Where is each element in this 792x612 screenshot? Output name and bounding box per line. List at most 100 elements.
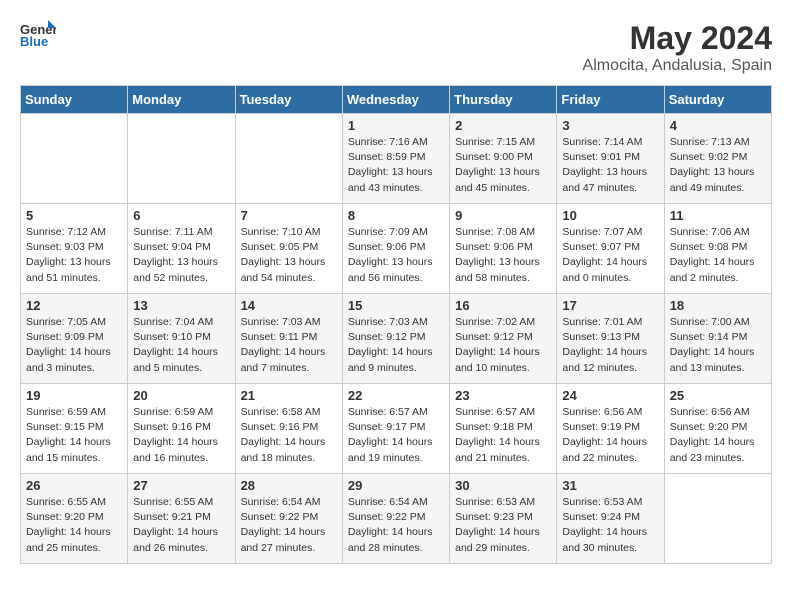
day-number: 23	[455, 388, 551, 403]
day-number: 22	[348, 388, 444, 403]
calendar-day-14: 14Sunrise: 7:03 AM Sunset: 9:11 PM Dayli…	[235, 294, 342, 384]
calendar-day-8: 8 Sunrise: 7:09 AM Sunset: 9:06 PM Daylig…	[342, 204, 449, 294]
calendar-day-3: 3 Sunrise: 7:14 AM Sunset: 9:01 PM Daylig…	[557, 114, 664, 204]
col-header-friday: Friday	[557, 86, 664, 114]
col-header-tuesday: Tuesday	[235, 86, 342, 114]
day-info: Sunrise: 6:59 AM Sunset: 9:16 PM Dayligh…	[133, 405, 229, 466]
day-number: 15	[348, 298, 444, 313]
col-header-saturday: Saturday	[664, 86, 771, 114]
calendar-day-13: 13Sunrise: 7:04 AM Sunset: 9:10 PM Dayli…	[128, 294, 235, 384]
day-info: Sunrise: 6:54 AM Sunset: 9:22 PM Dayligh…	[348, 495, 444, 556]
day-number: 30	[455, 478, 551, 493]
day-number: 21	[241, 388, 337, 403]
calendar-day-31: 31 Sunrise: 6:53 AM Sunset: 9:24 PM Dayli…	[557, 474, 664, 564]
logo-icon: General Blue	[20, 20, 56, 48]
calendar-day-24: 24 Sunrise: 6:56 AM Sunset: 9:19 PM Dayli…	[557, 384, 664, 474]
day-number: 24	[562, 388, 658, 403]
day-info: Sunrise: 7:08 AM Sunset: 9:06 PM Dayligh…	[455, 225, 551, 286]
day-info: Sunrise: 6:57 AM Sunset: 9:17 PM Dayligh…	[348, 405, 444, 466]
day-number: 17	[562, 298, 658, 313]
calendar-day-12: 12 Sunrise: 7:05 AM Sunset: 9:09 PM Dayli…	[21, 294, 128, 384]
col-header-wednesday: Wednesday	[342, 86, 449, 114]
calendar-day-10: 10Sunrise: 7:07 AM Sunset: 9:07 PM Dayli…	[557, 204, 664, 294]
day-info: Sunrise: 7:02 AM Sunset: 9:12 PM Dayligh…	[455, 315, 551, 376]
day-info: Sunrise: 7:01 AM Sunset: 9:13 PM Dayligh…	[562, 315, 658, 376]
col-header-monday: Monday	[128, 86, 235, 114]
day-info: Sunrise: 6:53 AM Sunset: 9:23 PM Dayligh…	[455, 495, 551, 556]
day-number: 12	[26, 298, 122, 313]
day-number: 25	[670, 388, 766, 403]
day-info: Sunrise: 6:54 AM Sunset: 9:22 PM Dayligh…	[241, 495, 337, 556]
day-number: 28	[241, 478, 337, 493]
day-info: Sunrise: 7:00 AM Sunset: 9:14 PM Dayligh…	[670, 315, 766, 376]
day-info: Sunrise: 7:14 AM Sunset: 9:01 PM Dayligh…	[562, 135, 658, 196]
calendar-week-5: 26Sunrise: 6:55 AM Sunset: 9:20 PM Dayli…	[21, 474, 772, 564]
calendar-day-7: 7Sunrise: 7:10 AM Sunset: 9:05 PM Daylig…	[235, 204, 342, 294]
day-info: Sunrise: 7:06 AM Sunset: 9:08 PM Dayligh…	[670, 225, 766, 286]
day-number: 1	[348, 118, 444, 133]
calendar-day-6: 6Sunrise: 7:11 AM Sunset: 9:04 PM Daylig…	[128, 204, 235, 294]
day-info: Sunrise: 6:53 AM Sunset: 9:24 PM Dayligh…	[562, 495, 658, 556]
calendar-day-16: 16 Sunrise: 7:02 AM Sunset: 9:12 PM Dayli…	[450, 294, 557, 384]
day-info: Sunrise: 7:04 AM Sunset: 9:10 PM Dayligh…	[133, 315, 229, 376]
calendar-week-1: 1Sunrise: 7:16 AM Sunset: 8:59 PM Daylig…	[21, 114, 772, 204]
day-info: Sunrise: 7:05 AM Sunset: 9:09 PM Dayligh…	[26, 315, 122, 376]
day-number: 5	[26, 208, 122, 223]
calendar-day-30: 30 Sunrise: 6:53 AM Sunset: 9:23 PM Dayli…	[450, 474, 557, 564]
title-block: May 2024 Almocita, Andalusia, Spain	[583, 20, 772, 75]
calendar-day-1: 1Sunrise: 7:16 AM Sunset: 8:59 PM Daylig…	[342, 114, 449, 204]
calendar-day-5: 5Sunrise: 7:12 AM Sunset: 9:03 PM Daylig…	[21, 204, 128, 294]
calendar-day-21: 21Sunrise: 6:58 AM Sunset: 9:16 PM Dayli…	[235, 384, 342, 474]
day-number: 8	[348, 208, 444, 223]
calendar-week-3: 12 Sunrise: 7:05 AM Sunset: 9:09 PM Dayli…	[21, 294, 772, 384]
day-number: 10	[562, 208, 658, 223]
calendar-day-27: 27 Sunrise: 6:55 AM Sunset: 9:21 PM Dayli…	[128, 474, 235, 564]
day-info: Sunrise: 6:57 AM Sunset: 9:18 PM Dayligh…	[455, 405, 551, 466]
day-number: 2	[455, 118, 551, 133]
day-number: 3	[562, 118, 658, 133]
day-info: Sunrise: 6:56 AM Sunset: 9:19 PM Dayligh…	[562, 405, 658, 466]
page-header: General Blue May 2024 Almocita, Andalusi…	[20, 20, 772, 75]
svg-text:Blue: Blue	[20, 34, 48, 48]
calendar-day-25: 25 Sunrise: 6:56 AM Sunset: 9:20 PM Dayli…	[664, 384, 771, 474]
day-number: 19	[26, 388, 122, 403]
day-info: Sunrise: 6:55 AM Sunset: 9:21 PM Dayligh…	[133, 495, 229, 556]
calendar-day-22: 22 Sunrise: 6:57 AM Sunset: 9:17 PM Dayli…	[342, 384, 449, 474]
subtitle: Almocita, Andalusia, Spain	[583, 57, 772, 75]
calendar-day-15: 15Sunrise: 7:03 AM Sunset: 9:12 PM Dayli…	[342, 294, 449, 384]
calendar-day-17: 17 Sunrise: 7:01 AM Sunset: 9:13 PM Dayli…	[557, 294, 664, 384]
day-info: Sunrise: 7:13 AM Sunset: 9:02 PM Dayligh…	[670, 135, 766, 196]
calendar-day-26: 26Sunrise: 6:55 AM Sunset: 9:20 PM Dayli…	[21, 474, 128, 564]
main-title: May 2024	[583, 20, 772, 57]
day-info: Sunrise: 6:55 AM Sunset: 9:20 PM Dayligh…	[26, 495, 122, 556]
calendar-week-4: 19 Sunrise: 6:59 AM Sunset: 9:15 PM Dayli…	[21, 384, 772, 474]
day-number: 20	[133, 388, 229, 403]
calendar-day-28: 28 Sunrise: 6:54 AM Sunset: 9:22 PM Dayli…	[235, 474, 342, 564]
day-number: 4	[670, 118, 766, 133]
calendar-day-20: 20 Sunrise: 6:59 AM Sunset: 9:16 PM Dayli…	[128, 384, 235, 474]
day-number: 9	[455, 208, 551, 223]
day-number: 29	[348, 478, 444, 493]
day-info: Sunrise: 7:15 AM Sunset: 9:00 PM Dayligh…	[455, 135, 551, 196]
day-number: 18	[670, 298, 766, 313]
calendar-day-2: 2 Sunrise: 7:15 AM Sunset: 9:00 PM Daylig…	[450, 114, 557, 204]
calendar-week-2: 5Sunrise: 7:12 AM Sunset: 9:03 PM Daylig…	[21, 204, 772, 294]
calendar-day-empty	[128, 114, 235, 204]
day-info: Sunrise: 7:09 AM Sunset: 9:06 PM Dayligh…	[348, 225, 444, 286]
day-number: 16	[455, 298, 551, 313]
col-header-thursday: Thursday	[450, 86, 557, 114]
calendar-day-empty	[21, 114, 128, 204]
day-number: 27	[133, 478, 229, 493]
calendar-table: SundayMondayTuesdayWednesdayThursdayFrid…	[20, 85, 772, 564]
day-info: Sunrise: 7:10 AM Sunset: 9:05 PM Dayligh…	[241, 225, 337, 286]
day-number: 31	[562, 478, 658, 493]
calendar-header-row: SundayMondayTuesdayWednesdayThursdayFrid…	[21, 86, 772, 114]
calendar-day-19: 19 Sunrise: 6:59 AM Sunset: 9:15 PM Dayli…	[21, 384, 128, 474]
day-info: Sunrise: 6:59 AM Sunset: 9:15 PM Dayligh…	[26, 405, 122, 466]
calendar-day-23: 23 Sunrise: 6:57 AM Sunset: 9:18 PM Dayli…	[450, 384, 557, 474]
calendar-day-11: 11Sunrise: 7:06 AM Sunset: 9:08 PM Dayli…	[664, 204, 771, 294]
day-info: Sunrise: 7:11 AM Sunset: 9:04 PM Dayligh…	[133, 225, 229, 286]
day-info: Sunrise: 6:56 AM Sunset: 9:20 PM Dayligh…	[670, 405, 766, 466]
day-number: 14	[241, 298, 337, 313]
calendar-day-29: 29 Sunrise: 6:54 AM Sunset: 9:22 PM Dayli…	[342, 474, 449, 564]
